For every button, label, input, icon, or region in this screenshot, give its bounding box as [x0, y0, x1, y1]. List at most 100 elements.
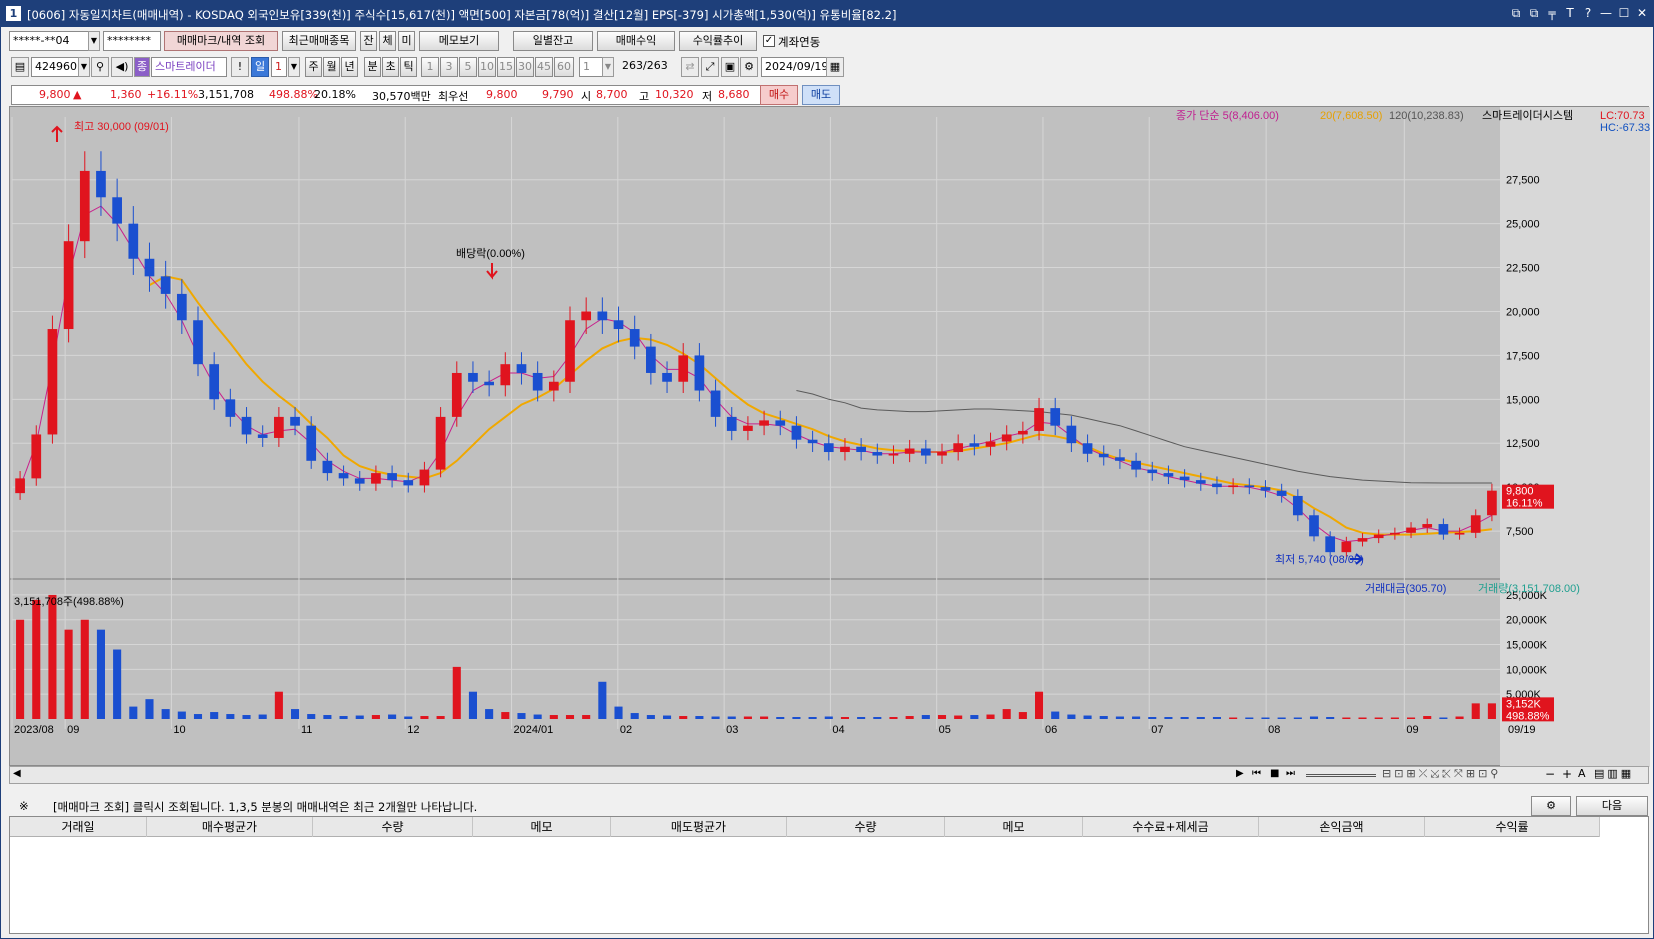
crosshair-icon[interactable]: ⤢	[701, 57, 719, 77]
scroll-left-icon[interactable]: ◀	[13, 768, 21, 779]
next-button[interactable]: 다음	[1576, 796, 1648, 816]
gear-icon[interactable]: ⚙	[740, 57, 758, 77]
close-icon[interactable]: ✕	[1635, 5, 1649, 21]
font-icon[interactable]: T	[1563, 5, 1577, 21]
period-num-field[interactable]: 1	[271, 57, 287, 77]
chevron-down-icon[interactable]: ▼	[88, 31, 100, 51]
minimize-icon[interactable]: —	[1599, 5, 1613, 21]
password-field[interactable]: ********	[103, 31, 161, 51]
col-buy-qty[interactable]: 수량	[313, 817, 473, 837]
sell-button[interactable]: 매도	[802, 85, 840, 105]
stop-icon[interactable]: ■	[1270, 768, 1279, 779]
stock-chart[interactable]: 7,50010,00012,50015,00017,50020,00022,50…	[9, 106, 1650, 767]
trade-history-table[interactable]: 거래일 매수평균가 수량 메모 매도평균가 수량 메모 수수료+제세금 손익금액…	[9, 816, 1649, 934]
drawing-tools-icon[interactable]: ⊟⊡⊞⤫⤩⤪⤧⊞⊡⚲	[1382, 767, 1501, 781]
chevron-down-icon[interactable]: ▼	[602, 57, 614, 77]
zoom-slider[interactable]	[1306, 774, 1376, 777]
volume-tick-label: 10,000K	[1506, 664, 1548, 676]
minute-3-button[interactable]: 3	[440, 57, 458, 77]
pin-icon[interactable]: ╤	[1545, 5, 1559, 21]
period-month-button[interactable]: 월	[323, 57, 340, 77]
account-link-checkbox[interactable]: ✓	[763, 35, 775, 47]
col-fee-tax[interactable]: 수수료+제세금	[1083, 817, 1259, 837]
memo-view-button[interactable]: 메모보기	[419, 31, 499, 51]
col-sell-qty[interactable]: 수량	[787, 817, 945, 837]
first-page-icon[interactable]: ⏮	[1252, 768, 1261, 779]
last-page-icon[interactable]: ⏭	[1286, 768, 1295, 779]
x-tick-label: 2023/08	[14, 724, 54, 736]
calendar-icon[interactable]: ▦	[826, 57, 844, 77]
col-profit-amount[interactable]: 손익금액	[1259, 817, 1425, 837]
scroll-right-icon[interactable]: ▶	[1236, 768, 1244, 779]
alert-icon[interactable]: !	[231, 57, 249, 77]
account-select[interactable]: *****-**04	[9, 31, 89, 51]
link-icon[interactable]: ⧉	[1509, 5, 1523, 21]
volume-bar	[1180, 717, 1189, 719]
col-buy-memo[interactable]: 메모	[473, 817, 611, 837]
price-change: 1,360	[110, 88, 142, 101]
candle-body	[646, 346, 656, 373]
stock-name-field[interactable]: 스마트레이더	[151, 57, 227, 77]
buy-button[interactable]: 매수	[760, 85, 798, 105]
chevron-down-icon[interactable]: ▼	[78, 57, 90, 77]
period-day-button[interactable]: 일	[251, 57, 269, 77]
volume-bar	[468, 691, 477, 719]
unfilled-button[interactable]: 미	[398, 31, 415, 51]
period-second-button[interactable]: 초	[382, 57, 399, 77]
minute-1-button[interactable]: 1	[421, 57, 439, 77]
recent-trades-button[interactable]: 최근매매종목	[282, 31, 356, 51]
chart-scrollbar[interactable]: ◀ ▶ ⏮ ■ ⏭ ⊟⊡⊞⤫⤩⤪⤧⊞⊡⚲ − + A ▤▥▦	[9, 766, 1649, 784]
executed-button[interactable]: 체	[379, 31, 396, 51]
candle-body	[1195, 480, 1206, 484]
stock-badge-icon: 종	[134, 57, 150, 77]
col-sell-avg[interactable]: 매도평균가	[611, 817, 787, 837]
candle-body	[1341, 541, 1352, 553]
chart-canvas[interactable]: 7,50010,00012,50015,00017,50020,00022,50…	[10, 107, 1650, 767]
period-year-button[interactable]: 년	[341, 57, 358, 77]
minute-60-button[interactable]: 60	[554, 57, 574, 77]
trade-profit-button[interactable]: 매매수익	[597, 31, 675, 51]
maximize-icon[interactable]: ☐	[1617, 5, 1631, 21]
help-icon[interactable]: ?	[1581, 5, 1595, 21]
volume-bar	[193, 714, 203, 719]
candle-body	[1422, 524, 1433, 528]
profit-trend-button[interactable]: 수익률추이	[679, 31, 757, 51]
volume-bar	[905, 716, 914, 719]
period-minute-button[interactable]: 분	[364, 57, 381, 77]
minute-select[interactable]: 1	[579, 57, 603, 77]
compare-icon[interactable]: ⇄	[681, 57, 699, 77]
period-tick-button[interactable]: 틱	[400, 57, 417, 77]
settings-button[interactable]: ⚙	[1531, 796, 1571, 816]
volume-bar	[582, 715, 591, 719]
col-sell-memo[interactable]: 메모	[945, 817, 1083, 837]
daily-balance-button[interactable]: 일별잔고	[513, 31, 593, 51]
stock-code-input[interactable]: 424960	[31, 57, 79, 77]
speaker-icon[interactable]: ◀)	[111, 57, 133, 77]
copy-icon[interactable]: ⧉	[1527, 5, 1541, 21]
date-input[interactable]: 2024/09/19	[761, 57, 827, 77]
col-buy-avg[interactable]: 매수평균가	[147, 817, 313, 837]
minute-30-button[interactable]: 30	[516, 57, 534, 77]
minute-15-button[interactable]: 15	[497, 57, 515, 77]
text-tool-icon[interactable]: A	[1578, 767, 1586, 780]
zoom-out-icon[interactable]: −	[1545, 767, 1555, 781]
minute-10-button[interactable]: 10	[478, 57, 496, 77]
balance-button[interactable]: 잔	[360, 31, 377, 51]
volume-bar	[760, 716, 769, 719]
minute-45-button[interactable]: 45	[535, 57, 553, 77]
volume-bar	[485, 709, 494, 719]
price-tick-label: 27,500	[1506, 175, 1540, 187]
chevron-down-icon[interactable]: ▼	[288, 57, 300, 77]
layout-tools-icon[interactable]: ▤▥▦	[1594, 767, 1634, 780]
volume-bar	[48, 594, 57, 719]
legend-ma20: 20(7,608.50)	[1320, 110, 1382, 122]
layout-icon[interactable]: ▤	[11, 57, 29, 77]
minute-5-button[interactable]: 5	[459, 57, 477, 77]
save-icon[interactable]: ▣	[721, 57, 739, 77]
period-week-button[interactable]: 주	[305, 57, 322, 77]
col-profit-rate[interactable]: 수익률	[1425, 817, 1600, 837]
trade-mark-query-button[interactable]: 매매마크/내역 조회	[164, 31, 278, 51]
col-trade-date[interactable]: 거래일	[10, 817, 147, 837]
zoom-in-icon[interactable]: +	[1562, 767, 1572, 781]
search-icon[interactable]: ⚲	[91, 57, 109, 77]
